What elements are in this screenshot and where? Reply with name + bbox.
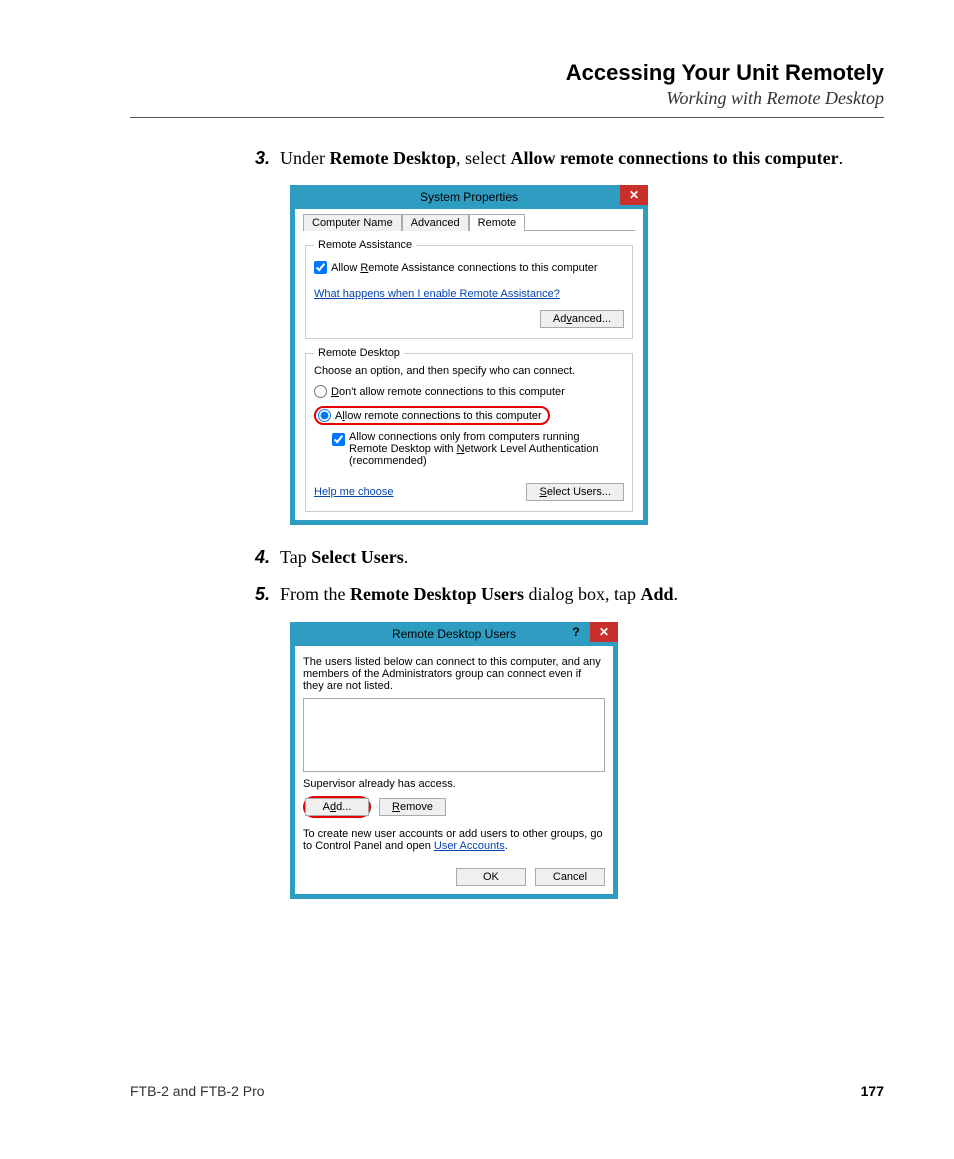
help-me-choose-link[interactable]: Help me choose: [314, 486, 394, 498]
page-title: Accessing Your Unit Remotely: [130, 60, 884, 86]
select-users-button[interactable]: Select Users...: [526, 483, 624, 501]
text-bold: Remote Desktop Users: [350, 584, 524, 604]
cancel-button[interactable]: Cancel: [535, 868, 605, 886]
radio-input[interactable]: [314, 385, 327, 398]
step-number: 4.: [240, 545, 280, 570]
titlebar: Remote Desktop Users ? ✕: [290, 622, 618, 646]
text: From the: [280, 584, 350, 604]
text: .: [673, 584, 678, 604]
ok-button[interactable]: OK: [456, 868, 526, 886]
remote-assistance-group: Remote Assistance Allow Remote Assistanc…: [305, 239, 633, 339]
remote-desktop-users-dialog: Remote Desktop Users ? ✕ The users liste…: [290, 622, 618, 899]
checkbox-label: Allow Remote Assistance connections to t…: [331, 262, 598, 274]
remote-desktop-group: Remote Desktop Choose an option, and the…: [305, 347, 633, 512]
remove-button[interactable]: Remove: [379, 798, 446, 816]
user-accounts-link[interactable]: User Accounts: [434, 840, 505, 852]
radio-label: Don't allow remote connections to this c…: [331, 386, 565, 398]
step-3: 3. Under Remote Desktop, select Allow re…: [240, 146, 884, 171]
step-text: From the Remote Desktop Users dialog box…: [280, 582, 884, 607]
highlight-oval: Allow remote connections to this compute…: [314, 406, 550, 425]
close-icon[interactable]: ✕: [590, 622, 618, 642]
help-icon[interactable]: ?: [562, 622, 590, 642]
page-subtitle: Working with Remote Desktop: [130, 88, 884, 109]
allow-remote-radio[interactable]: Allow remote connections to this compute…: [318, 409, 542, 422]
step-text: Tap Select Users.: [280, 545, 884, 570]
header-divider: [130, 117, 884, 118]
text: Under: [280, 148, 329, 168]
step-text: Under Remote Desktop, select Allow remot…: [280, 146, 884, 171]
note-text: To create new user accounts or add users…: [303, 828, 605, 852]
text: , select: [456, 148, 510, 168]
step-4: 4. Tap Select Users.: [240, 545, 884, 570]
step-number: 5.: [240, 582, 280, 607]
tab-advanced[interactable]: Advanced: [402, 214, 469, 231]
text: Tap: [280, 547, 311, 567]
system-properties-dialog: System Properties ✕ Computer Name Advanc…: [290, 185, 648, 525]
text: dialog box, tap: [524, 584, 640, 604]
allow-remote-assistance-checkbox[interactable]: Allow Remote Assistance connections to t…: [314, 261, 624, 274]
advanced-button[interactable]: Advanced...: [540, 310, 624, 328]
text-bold: Select Users: [311, 547, 403, 567]
step-number: 3.: [240, 146, 280, 171]
group-legend: Remote Desktop: [314, 347, 404, 359]
text-bold: Allow remote connections to this compute…: [510, 148, 838, 168]
titlebar: System Properties ✕: [290, 185, 648, 209]
text: .: [404, 547, 409, 567]
page-number: 177: [861, 1083, 884, 1099]
dont-allow-radio[interactable]: Don't allow remote connections to this c…: [314, 385, 624, 398]
highlight-oval: Add...: [303, 796, 371, 818]
product-name: FTB-2 and FTB-2 Pro: [130, 1083, 265, 1099]
text-bold: Add: [640, 584, 673, 604]
group-legend: Remote Assistance: [314, 239, 416, 251]
nla-checkbox[interactable]: Allow connections only from computers ru…: [332, 431, 624, 467]
add-button[interactable]: Add...: [305, 798, 369, 816]
intro-text: Choose an option, and then specify who c…: [314, 365, 624, 377]
text: .: [839, 148, 844, 168]
tab-remote[interactable]: Remote: [469, 214, 526, 231]
close-icon[interactable]: ✕: [620, 185, 648, 205]
checkbox-label: Allow connections only from computers ru…: [349, 431, 619, 467]
text-bold: Remote Desktop: [329, 148, 455, 168]
checkbox-input[interactable]: [332, 433, 345, 446]
intro-text: The users listed below can connect to th…: [303, 656, 605, 692]
dialog-title: System Properties: [290, 190, 648, 204]
radio-input[interactable]: [318, 409, 331, 422]
radio-label: Allow remote connections to this compute…: [335, 410, 542, 422]
checkbox-input[interactable]: [314, 261, 327, 274]
access-text: Supervisor already has access.: [303, 778, 605, 790]
tab-computer-name[interactable]: Computer Name: [303, 214, 402, 231]
tabs: Computer Name Advanced Remote: [303, 213, 635, 231]
page-footer: FTB-2 and FTB-2 Pro 177: [130, 1083, 884, 1099]
step-5: 5. From the Remote Desktop Users dialog …: [240, 582, 884, 607]
what-happens-link[interactable]: What happens when I enable Remote Assist…: [314, 288, 560, 300]
users-listbox[interactable]: [303, 698, 605, 772]
